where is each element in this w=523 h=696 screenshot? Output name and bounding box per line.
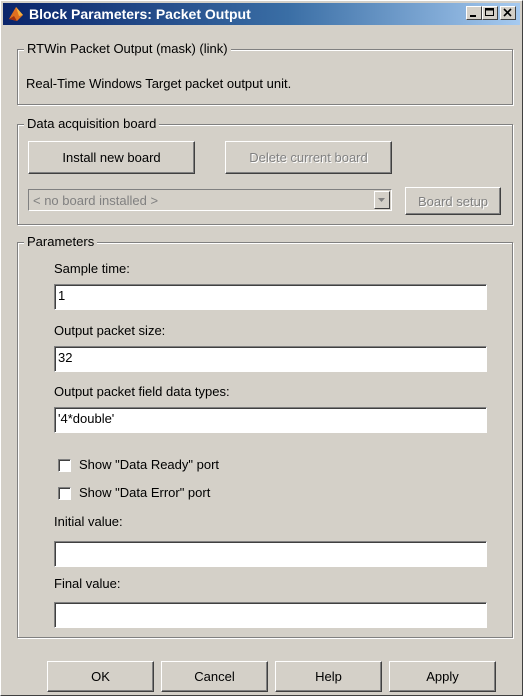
simulink-logo-icon bbox=[9, 7, 23, 21]
board-select-dropdown[interactable] bbox=[374, 191, 390, 209]
packet-size-input[interactable]: 32 bbox=[54, 346, 487, 372]
close-icon bbox=[503, 8, 512, 17]
data-types-input[interactable]: '4*double' bbox=[54, 407, 487, 433]
parameters-group: Parameters Sample time: 1 Output packet … bbox=[17, 234, 513, 638]
initial-value-label: Initial value: bbox=[54, 514, 123, 529]
show-ready-label[interactable]: Show "Data Ready" port bbox=[79, 457, 219, 473]
window-title: Block Parameters: Packet Output bbox=[29, 6, 251, 22]
close-button[interactable] bbox=[500, 6, 516, 20]
minimize-icon bbox=[470, 15, 476, 17]
ok-button[interactable]: OK bbox=[47, 661, 154, 692]
dialog-window: Block Parameters: Packet Output RTWin Pa… bbox=[0, 0, 523, 696]
board-group: Data acquisition board Install new board… bbox=[17, 116, 513, 225]
help-button[interactable]: Help bbox=[275, 661, 382, 692]
show-error-label[interactable]: Show "Data Error" port bbox=[79, 485, 210, 501]
data-types-label: Output packet field data types: bbox=[54, 384, 230, 399]
mask-description: Real-Time Windows Target packet output u… bbox=[26, 76, 292, 91]
mask-header: RTWin Packet Output (mask) (link) bbox=[24, 41, 231, 57]
delete-board-button[interactable]: Delete current board bbox=[225, 141, 392, 174]
maximize-button[interactable] bbox=[482, 6, 498, 20]
board-select[interactable]: < no board installed > bbox=[28, 189, 392, 211]
show-ready-checkbox[interactable] bbox=[58, 459, 71, 472]
install-board-button[interactable]: Install new board bbox=[28, 141, 195, 174]
chevron-down-icon bbox=[378, 198, 385, 202]
title-bar[interactable]: Block Parameters: Packet Output bbox=[3, 3, 520, 25]
apply-button[interactable]: Apply bbox=[389, 661, 496, 692]
sample-time-input[interactable]: 1 bbox=[54, 284, 487, 310]
parameters-legend: Parameters bbox=[24, 234, 98, 250]
board-select-value: < no board installed > bbox=[33, 193, 159, 208]
initial-value-input[interactable] bbox=[54, 541, 487, 567]
mask-group: RTWin Packet Output (mask) (link) Real-T… bbox=[17, 41, 513, 105]
maximize-icon bbox=[485, 8, 494, 16]
final-value-input[interactable] bbox=[54, 602, 487, 628]
board-legend: Data acquisition board bbox=[24, 116, 160, 132]
final-value-label: Final value: bbox=[54, 576, 121, 591]
cancel-button[interactable]: Cancel bbox=[161, 661, 268, 692]
packet-size-label: Output packet size: bbox=[54, 323, 166, 338]
show-error-checkbox[interactable] bbox=[58, 487, 71, 500]
board-setup-button[interactable]: Board setup bbox=[405, 187, 501, 215]
sample-time-label: Sample time: bbox=[54, 261, 130, 276]
minimize-button[interactable] bbox=[466, 6, 482, 20]
